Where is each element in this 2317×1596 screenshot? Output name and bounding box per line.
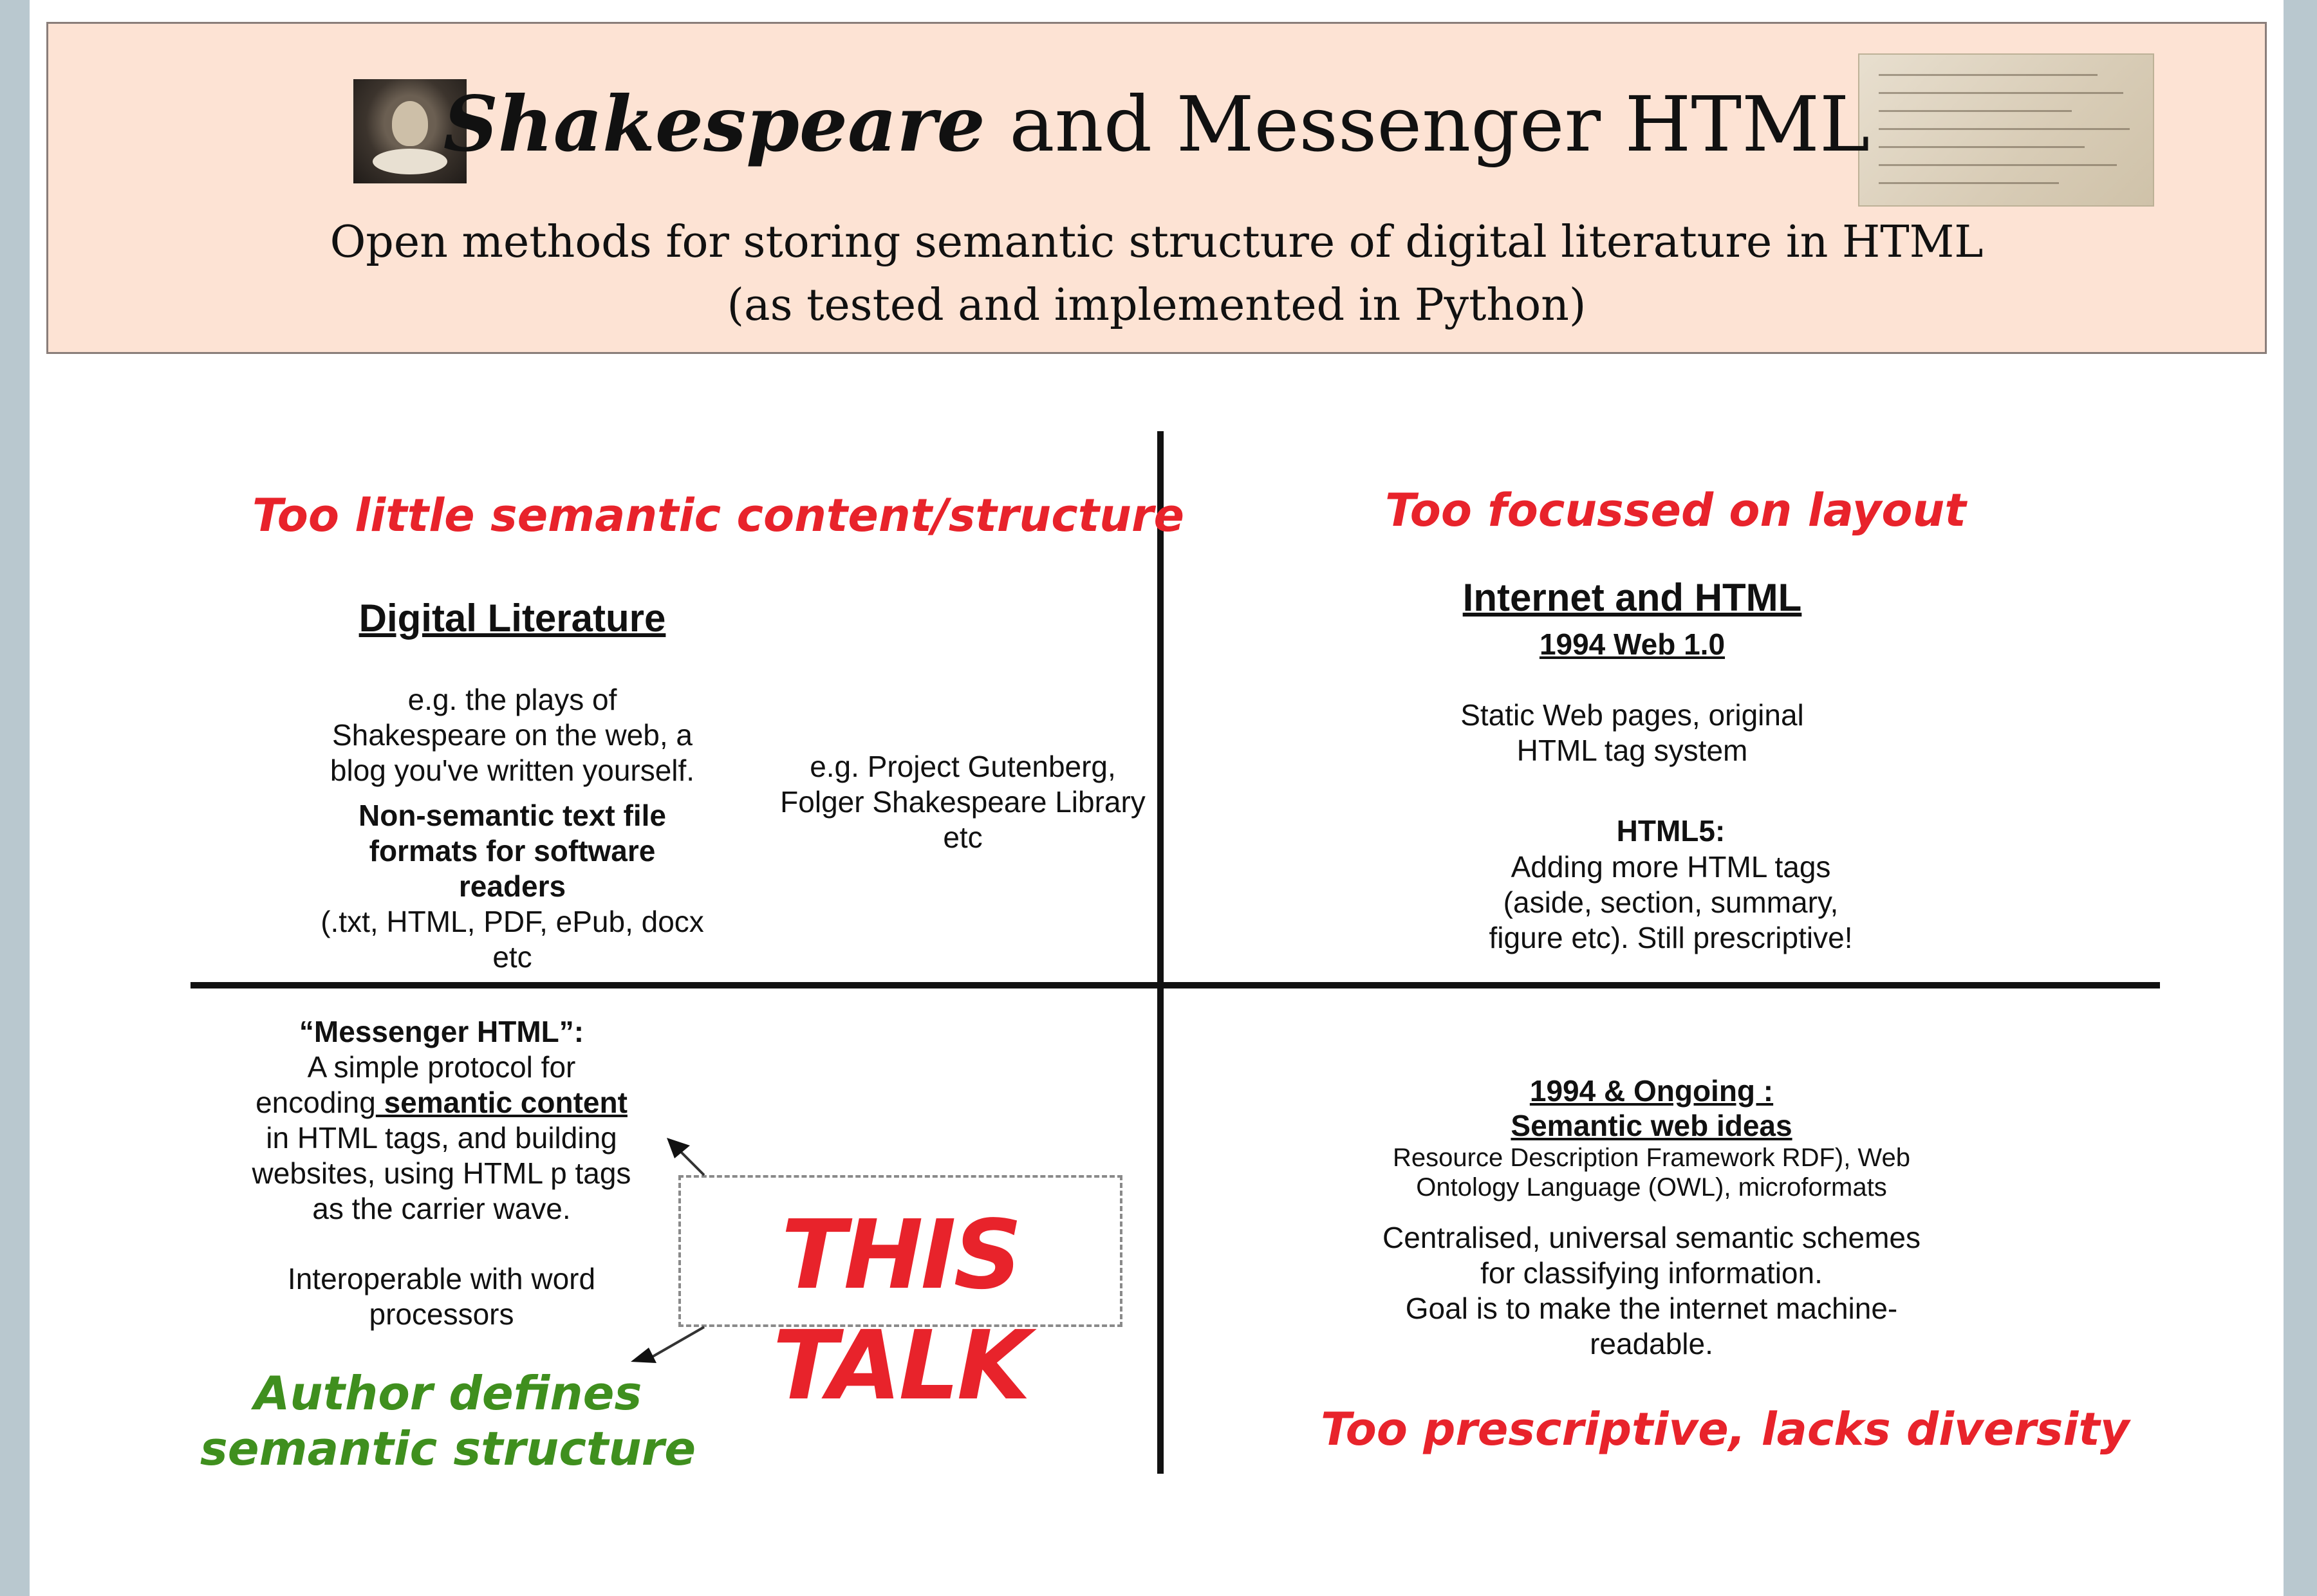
text-line: for classifying information. xyxy=(1480,1256,1823,1290)
heading-semantic-web: Semantic web ideas xyxy=(1511,1109,1792,1142)
page-title: Shakespeare and Messenger HTML xyxy=(48,79,2265,169)
arrow-down-line xyxy=(652,1326,705,1358)
title-rest: and Messenger HTML xyxy=(985,80,1870,169)
subtitle-line-1: Open methods for storing semantic struct… xyxy=(330,217,1984,268)
semantic-web-description: Centralised, universal semantic schemes … xyxy=(1323,1220,1980,1362)
arrow-down-head xyxy=(631,1348,656,1363)
title-shakespeare: Shakespeare xyxy=(443,79,985,169)
text-line: Goal is to make the internet machine- xyxy=(1405,1292,1898,1325)
quadrant-diagram: Too little semantic content/structure Di… xyxy=(30,386,2284,1596)
arrow-up-head xyxy=(667,1138,690,1158)
rdf-owl-note: Resource Description Framework RDF), Web… xyxy=(1317,1143,1986,1202)
heading-1994-ongoing: 1994 & Ongoing : xyxy=(1529,1074,1774,1108)
text-line: Centralised, universal semantic schemes xyxy=(1382,1221,1921,1254)
text-line: Resource Description Framework RDF), Web xyxy=(1393,1144,1910,1172)
arrow-up-line xyxy=(680,1151,705,1176)
slide: Shakespeare and Messenger HTML Open meth… xyxy=(30,0,2284,1596)
text-line: readable. xyxy=(1590,1327,1713,1360)
subtitle-line-2: (as tested and implemented in Python) xyxy=(727,280,1587,331)
text-line: Ontology Language (OWL), microformats xyxy=(1416,1173,1887,1202)
note-too-prescriptive: Too prescriptive, lacks diversity xyxy=(1321,1403,2130,1456)
header-banner: Shakespeare and Messenger HTML Open meth… xyxy=(46,22,2267,354)
